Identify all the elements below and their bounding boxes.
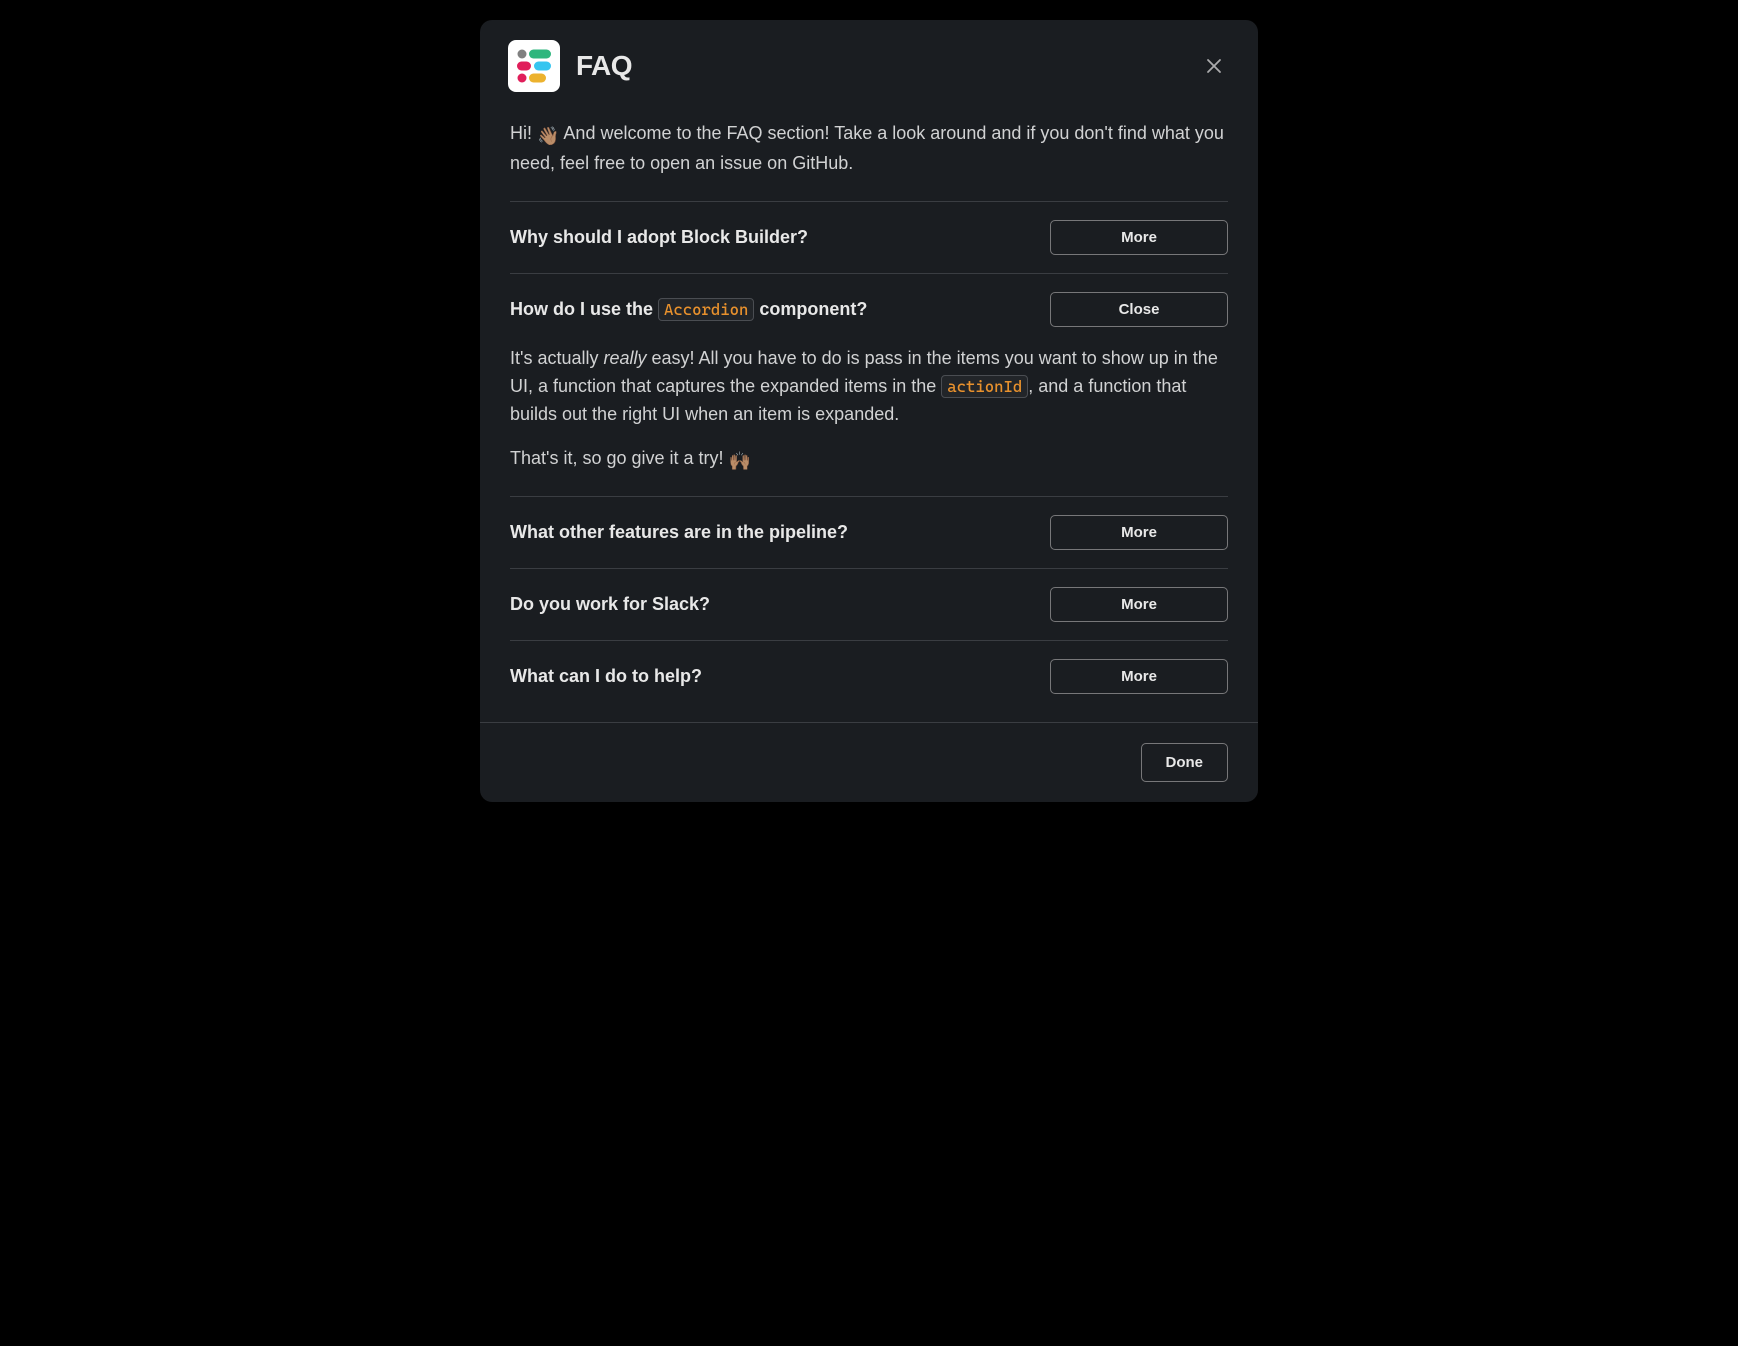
faq-answer: It's actually really easy! All you have … bbox=[510, 345, 1228, 496]
answer-p1-italic: really bbox=[603, 348, 646, 368]
code-accordion: Accordion bbox=[658, 298, 754, 321]
more-button[interactable]: More bbox=[1050, 515, 1228, 550]
close-accordion-button[interactable]: Close bbox=[1050, 292, 1228, 327]
faq-modal: FAQ Hi! 👋🏽 And welcome to the FAQ sectio… bbox=[480, 20, 1258, 802]
faq-item: What can I do to help? More bbox=[510, 641, 1228, 712]
intro-greeting: Hi! bbox=[510, 123, 537, 143]
faq-item: What other features are in the pipeline?… bbox=[510, 497, 1228, 568]
answer-paragraph: It's actually really easy! All you have … bbox=[510, 345, 1228, 429]
app-icon bbox=[508, 40, 560, 92]
close-button[interactable] bbox=[1198, 50, 1230, 82]
wave-emoji-icon: 👋🏽 bbox=[537, 123, 559, 150]
faq-question: How do I use the Accordion component? bbox=[510, 299, 1030, 320]
modal-body: Hi! 👋🏽 And welcome to the FAQ section! T… bbox=[480, 104, 1258, 722]
faq-question: What other features are in the pipeline? bbox=[510, 522, 1030, 543]
done-button[interactable]: Done bbox=[1141, 743, 1229, 782]
faq-question: Do you work for Slack? bbox=[510, 594, 1030, 615]
faq-item: How do I use the Accordion component? Cl… bbox=[510, 274, 1228, 345]
modal-header: FAQ bbox=[480, 20, 1258, 104]
faq-question: Why should I adopt Block Builder? bbox=[510, 227, 1030, 248]
code-actionid: actionId bbox=[941, 375, 1028, 398]
faq-question: What can I do to help? bbox=[510, 666, 1030, 687]
block-builder-icon bbox=[514, 46, 554, 86]
faq-question-post: component? bbox=[754, 299, 867, 319]
close-icon bbox=[1204, 56, 1224, 76]
faq-question-pre: How do I use the bbox=[510, 299, 658, 319]
intro-text: Hi! 👋🏽 And welcome to the FAQ section! T… bbox=[510, 120, 1228, 177]
faq-item: Why should I adopt Block Builder? More bbox=[510, 202, 1228, 273]
more-button[interactable]: More bbox=[1050, 220, 1228, 255]
answer-p1-pre: It's actually bbox=[510, 348, 603, 368]
intro-body: And welcome to the FAQ section! Take a l… bbox=[510, 123, 1224, 173]
faq-item: Do you work for Slack? More bbox=[510, 569, 1228, 640]
header-left: FAQ bbox=[508, 40, 632, 92]
answer-paragraph: That's it, so go give it a try! 🙌🏽 bbox=[510, 445, 1228, 476]
more-button[interactable]: More bbox=[1050, 659, 1228, 694]
modal-title: FAQ bbox=[576, 50, 632, 82]
answer-p2-text: That's it, so go give it a try! bbox=[510, 448, 729, 468]
more-button[interactable]: More bbox=[1050, 587, 1228, 622]
modal-footer: Done bbox=[480, 722, 1258, 802]
raised-hands-emoji-icon: 🙌🏽 bbox=[729, 448, 751, 476]
